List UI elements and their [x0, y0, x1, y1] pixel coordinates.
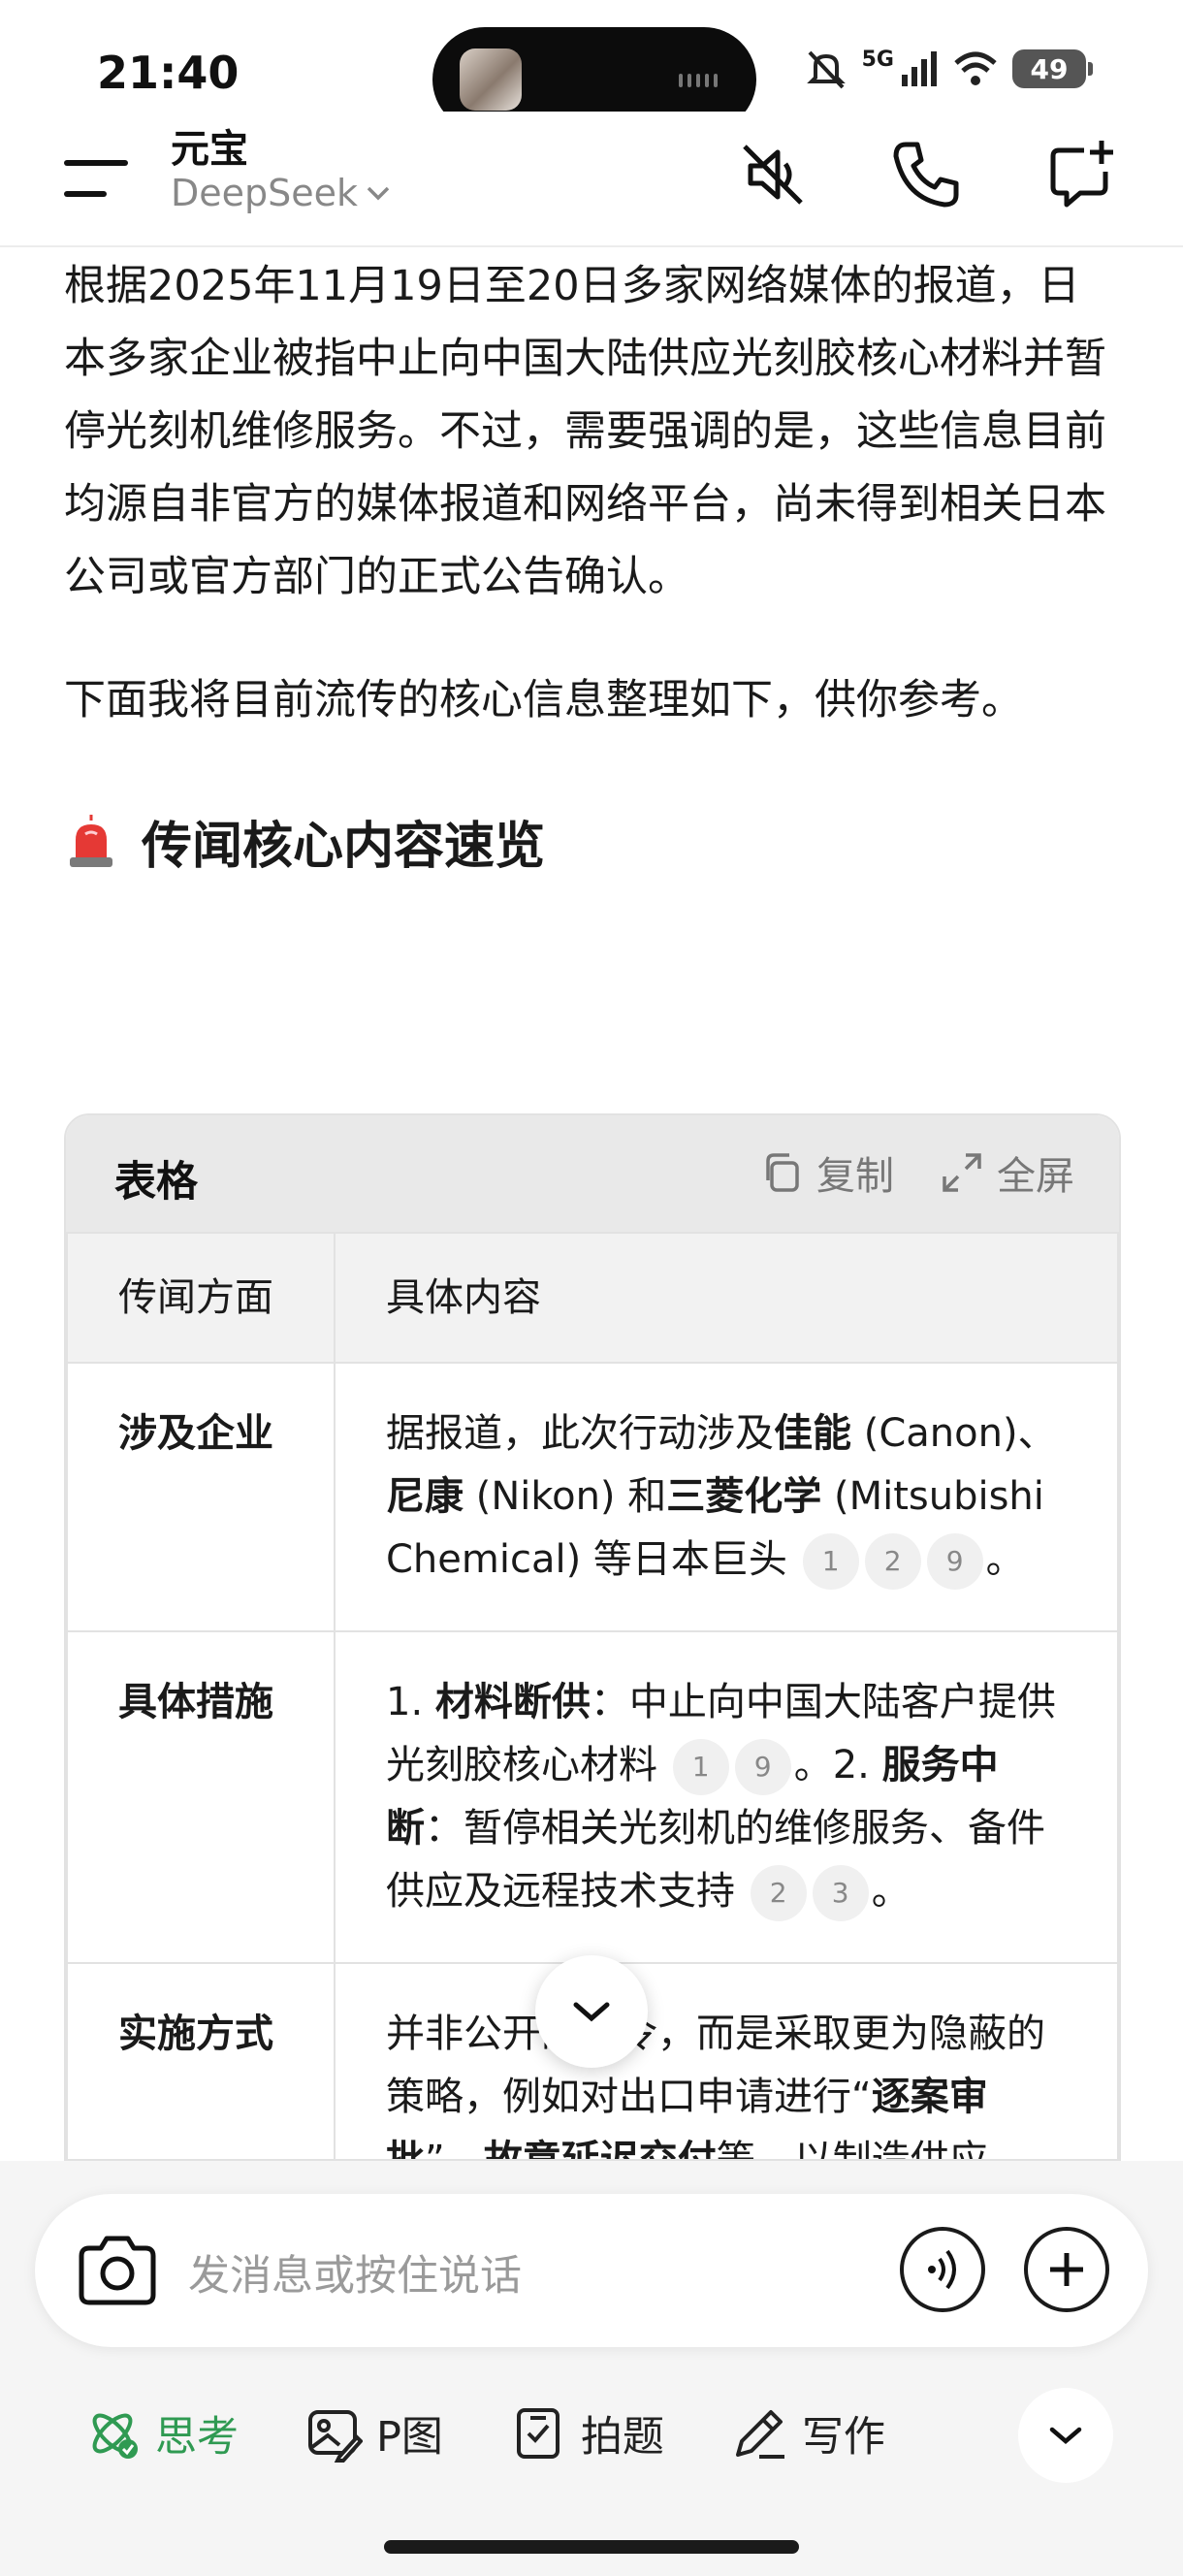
add-button[interactable]	[1024, 2227, 1109, 2312]
siren-icon	[70, 814, 112, 867]
row-value: 并非公开的禁令，而是采取更为隐蔽的策略，例如对出口申请进行“逐案审批”、故意延迟…	[334, 1962, 1119, 2159]
message-paragraph: 下面我将目前流传的核心信息整理如下，供你参考。	[64, 676, 1023, 724]
chat-header: 元宝 DeepSeek	[0, 112, 1183, 247]
section-heading: 传闻核心内容速览	[64, 805, 1121, 878]
tool-label: P图	[376, 2413, 443, 2462]
citation-badge[interactable]: 9	[734, 1739, 791, 1795]
pen-icon	[735, 2410, 784, 2459]
tool-scan-question[interactable]: 拍题	[509, 2403, 664, 2463]
model-name: DeepSeek	[171, 172, 359, 214]
column-header: 传闻方面	[66, 1232, 336, 1364]
composer-area: 发消息或按住说话 思考 P图 拍题 写作	[0, 2161, 1183, 2576]
voice-wave-icon	[928, 2249, 956, 2290]
citation-badge[interactable]: 3	[812, 1865, 869, 1921]
table-row: 涉及企业 据报道，此次行动涉及佳能 (Canon)、尼康 (Nikon) 和三菱…	[66, 1362, 1119, 1632]
menu-icon[interactable]	[64, 141, 128, 218]
voice-input-button[interactable]	[900, 2227, 985, 2312]
image-edit-icon	[308, 2410, 363, 2463]
battery-icon: 49	[1012, 49, 1093, 88]
citation-badge[interactable]: 2	[864, 1533, 921, 1590]
tool-label: 拍题	[580, 2413, 664, 2462]
tool-writing[interactable]: 写作	[730, 2403, 885, 2463]
chevron-down-icon	[1049, 2427, 1082, 2444]
row-key: 涉及企业	[66, 1362, 336, 1632]
message-paragraph: 根据2025年11月19日至20日多家网络媒体的报道，日本多家企业被指中止向中国…	[64, 262, 1106, 601]
new-chat-button[interactable]	[1038, 131, 1125, 218]
citation-badge[interactable]: 1	[802, 1533, 859, 1590]
section-title-text: 传闻核心内容速览	[142, 818, 546, 876]
status-icons: 5G 49	[804, 47, 1093, 89]
tool-think[interactable]: 思考	[83, 2403, 239, 2463]
table-header-row: 传闻方面 具体内容	[66, 1232, 1119, 1364]
tool-label: 思考	[155, 2413, 239, 2462]
speaker-muted-icon	[743, 145, 803, 205]
copy-icon	[766, 1153, 799, 1192]
copy-label: 复制	[816, 1154, 894, 1199]
row-key: 具体措施	[66, 1630, 336, 1964]
home-indicator[interactable]	[384, 2540, 799, 2554]
copy-button[interactable]: 复制	[760, 1144, 894, 1201]
row-value: 1. 材料断供：中止向中国大陆客户提供光刻胶核心材料 1 9 。2. 服务中断：暂停…	[334, 1630, 1119, 1964]
status-time: 21:40	[97, 47, 240, 99]
citation-badge[interactable]: 9	[926, 1533, 983, 1590]
row-value: 据报道，此次行动涉及佳能 (Canon)、尼康 (Nikon) 和三菱化学 (M…	[334, 1362, 1119, 1632]
more-tools-button[interactable]	[1018, 2388, 1113, 2483]
column-header: 具体内容	[334, 1232, 1119, 1364]
camera-icon[interactable]	[74, 2227, 161, 2314]
citation-badge[interactable]: 2	[750, 1865, 807, 1921]
chevron-down-icon	[367, 186, 390, 201]
call-button[interactable]	[882, 131, 970, 218]
mute-voice-button[interactable]	[729, 131, 816, 218]
plus-icon	[1050, 2253, 1083, 2286]
fullscreen-button[interactable]: 全屏	[941, 1144, 1074, 1201]
app-title: 元宝	[171, 127, 248, 172]
table-title: 表格	[114, 1158, 198, 1207]
scan-question-icon	[516, 2408, 560, 2459]
wifi-icon	[954, 51, 997, 85]
silent-bell-icon	[806, 50, 846, 89]
assistant-message: 根据2025年11月19日至20日多家网络媒体的报道，日本多家企业被指中止向中国…	[64, 250, 1121, 878]
signal-icon	[902, 51, 937, 86]
table-toolbar: 表格 复制 全屏	[66, 1115, 1119, 1232]
think-icon	[92, 2413, 138, 2459]
now-playing-artwork	[460, 48, 522, 111]
phone-icon	[893, 142, 959, 208]
audio-wave-icon	[679, 74, 718, 87]
tool-bar: 思考 P图 拍题 写作	[83, 2403, 951, 2463]
message-input-bar[interactable]: 发消息或按住说话	[35, 2194, 1148, 2347]
expand-icon	[943, 1153, 981, 1192]
model-selector[interactable]: DeepSeek	[171, 172, 391, 214]
network-type: 5G	[861, 47, 894, 72]
fullscreen-label: 全屏	[997, 1154, 1074, 1199]
new-chat-icon	[1050, 141, 1113, 208]
row-key: 实施方式	[66, 1962, 336, 2159]
scroll-to-bottom-button[interactable]	[535, 1955, 648, 2068]
table-row: 具体措施 1. 材料断供：中止向中国大陆客户提供光刻胶核心材料 1 9 。2. 服务…	[66, 1630, 1119, 1964]
message-input-placeholder[interactable]: 发消息或按住说话	[188, 2242, 522, 2302]
chevron-down-icon	[573, 2002, 610, 2022]
tool-image-edit[interactable]: P图	[304, 2403, 443, 2463]
tool-label: 写作	[801, 2413, 885, 2462]
citation-badge[interactable]: 1	[672, 1739, 729, 1795]
